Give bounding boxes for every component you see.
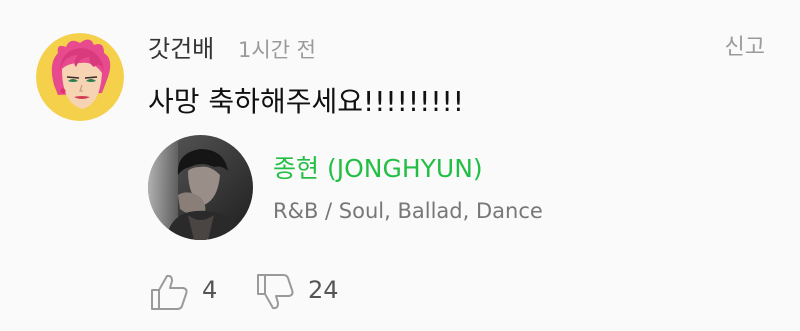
like-button[interactable]: 4 [148,268,228,312]
artist-name[interactable]: 종현 (JONGHYUN) [273,151,483,187]
like-count: 4 [202,276,218,304]
thumbs-down-icon [257,274,294,310]
report-button[interactable]: 신고 [725,32,765,64]
comment-time: 1시간 전 [238,38,316,62]
avatar-image [36,33,124,121]
artist-photo[interactable] [148,135,253,240]
artist-card[interactable]: 종현 (JONGHYUN) R&B / Soul, Ballad, Dance [148,133,628,243]
artist-photo-image [148,135,253,240]
avatar[interactable] [36,33,124,121]
comment-text: 사망 축하해주세요!!!!!!!!! [148,85,465,118]
thumbs-up-icon [151,274,188,310]
dislike-button[interactable]: 24 [254,268,354,312]
comment-username[interactable]: 갓건배 [148,32,214,66]
dislike-count: 24 [308,276,339,304]
artist-genre: R&B / Soul, Ballad, Dance [273,199,543,223]
